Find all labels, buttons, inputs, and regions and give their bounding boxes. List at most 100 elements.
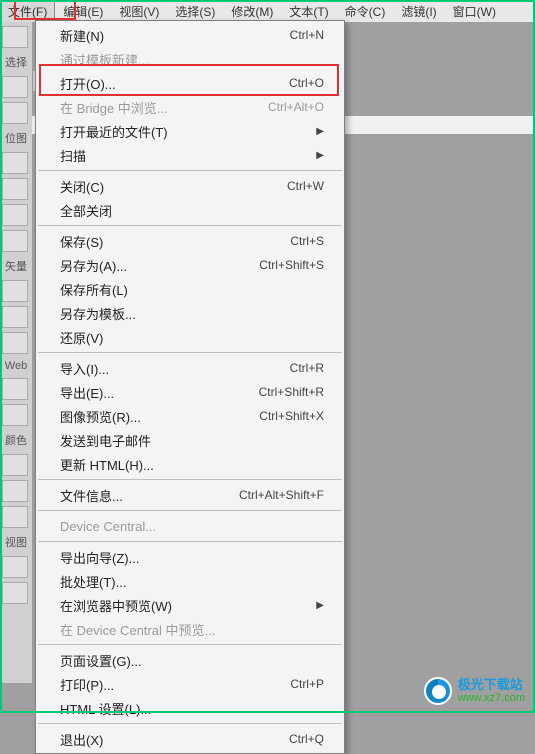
menu-item-shortcut: Ctrl+Q xyxy=(289,732,324,746)
menu-item[interactable]: 打印(P)...Ctrl+P xyxy=(36,672,344,696)
menu-item[interactable]: 打开(O)... Ctrl+O xyxy=(36,71,344,95)
menu-item-shortcut: Ctrl+Shift+X xyxy=(259,409,324,423)
menu-item[interactable]: 扫描▶ xyxy=(36,143,344,167)
tool-button[interactable] xyxy=(2,506,28,528)
watermark-logo-icon xyxy=(424,677,452,705)
menu-item-label: 在 Bridge 中浏览... xyxy=(60,98,168,117)
menu-command[interactable]: 命令(C) xyxy=(337,0,394,23)
section-label: 矢量 xyxy=(2,256,30,276)
menu-item-shortcut: Ctrl+Shift+R xyxy=(259,385,324,399)
menu-item[interactable]: 导出向导(Z)... xyxy=(36,545,344,569)
tool-button[interactable] xyxy=(2,230,28,252)
menu-item-label: 还原(V) xyxy=(60,328,103,347)
menu-item-label: 页面设置(G)... xyxy=(60,651,142,670)
menu-item-label: 导入(I)... xyxy=(60,359,109,378)
file-dropdown-menu: 新建(N) Ctrl+N 通过模板新建... 打开(O)... Ctrl+O 在 Brid… xyxy=(35,20,345,754)
menu-separator xyxy=(38,225,342,226)
menu-item-label: 另存为模板... xyxy=(60,304,136,323)
menu-item-label: 打印(P)... xyxy=(60,675,114,694)
menu-item[interactable]: 打开最近的文件(T) ▶ xyxy=(36,119,344,143)
section-label: 位图 xyxy=(2,128,30,148)
menu-item-label: 扫描 xyxy=(60,146,86,165)
tool-button[interactable] xyxy=(2,454,28,476)
section-label: Web xyxy=(2,358,30,374)
menu-item[interactable]: 导出(E)... Ctrl+Shift+R xyxy=(36,380,344,404)
menu-item-shortcut: Ctrl+Shift+S xyxy=(259,258,324,272)
menu-item-label: 打开最近的文件(T) xyxy=(60,122,168,141)
menu-item-label: 关闭(C) xyxy=(60,177,104,196)
tool-button[interactable] xyxy=(2,404,28,426)
menu-item[interactable]: 导入(I)...Ctrl+R xyxy=(36,356,344,380)
menu-item-label: 新建(N) xyxy=(60,26,104,45)
menu-item[interactable]: 在浏览器中预览(W) ▶ xyxy=(36,593,344,617)
tool-button[interactable] xyxy=(2,582,28,604)
tool-button[interactable] xyxy=(2,102,28,124)
menu-item[interactable]: 保存(S) Ctrl+S xyxy=(36,229,344,253)
menu-item-label: 保存(S) xyxy=(60,232,103,251)
menu-item-label: 批处理(T)... xyxy=(60,572,126,591)
menu-separator xyxy=(38,170,342,171)
menubar: 文件(F) 编辑(E) 视图(V) 选择(S) 修改(M) 文本(T) 命令(C… xyxy=(0,0,535,22)
tool-button[interactable] xyxy=(2,178,28,200)
menu-separator xyxy=(38,352,342,353)
menu-separator xyxy=(38,510,342,511)
menu-item-shortcut: Ctrl+O xyxy=(289,76,324,90)
menu-item-label: 全部关闭 xyxy=(60,201,112,220)
menu-separator xyxy=(38,644,342,645)
menu-item-label: 通过模板新建... xyxy=(60,50,149,69)
menu-item[interactable]: 退出(X) Ctrl+Q xyxy=(36,727,344,751)
menu-item-label: 图像预览(R)... xyxy=(60,407,141,426)
tool-button[interactable] xyxy=(2,204,28,226)
tool-button[interactable] xyxy=(2,152,28,174)
menu-item[interactable]: 文件信息... Ctrl+Alt+Shift+F xyxy=(36,483,344,507)
tool-button[interactable] xyxy=(2,556,28,578)
tool-button[interactable] xyxy=(2,76,28,98)
menu-item-shortcut: Ctrl+Alt+Shift+F xyxy=(239,488,324,502)
tool-button[interactable] xyxy=(2,26,28,48)
tool-button[interactable] xyxy=(2,306,28,328)
menu-item-shortcut: Ctrl+S xyxy=(290,234,324,248)
menu-item: 在 Device Central 中预览... xyxy=(36,617,344,641)
menu-item[interactable]: 图像预览(R)... Ctrl+Shift+X xyxy=(36,404,344,428)
menu-item-label: 文件信息... xyxy=(60,486,123,505)
menu-item: 通过模板新建... xyxy=(36,47,344,71)
watermark: 极光下载站 www.xz7.com xyxy=(424,677,525,705)
submenu-arrow-icon: ▶ xyxy=(316,126,324,137)
menu-item[interactable]: HTML 设置(L)... xyxy=(36,696,344,720)
menu-item-label: 导出(E)... xyxy=(60,383,114,402)
tool-button[interactable] xyxy=(2,378,28,400)
menu-item[interactable]: 更新 HTML(H)... xyxy=(36,452,344,476)
tool-button[interactable] xyxy=(2,332,28,354)
submenu-arrow-icon: ▶ xyxy=(316,600,324,611)
menu-item-label: 在浏览器中预览(W) xyxy=(60,596,172,615)
menu-item[interactable]: 新建(N) Ctrl+N xyxy=(36,23,344,47)
menu-item-label: 另存为(A)... xyxy=(60,256,127,275)
menu-item-shortcut: Ctrl+N xyxy=(290,28,324,42)
menu-item[interactable]: 关闭(C) Ctrl+W xyxy=(36,174,344,198)
menu-item[interactable]: 还原(V) xyxy=(36,325,344,349)
menu-item[interactable]: 全部关闭 xyxy=(36,198,344,222)
left-tool-palette: 选择 位图 矢量 Web 颜色 视图 xyxy=(0,22,32,683)
menu-item[interactable]: 另存为(A)... Ctrl+Shift+S xyxy=(36,253,344,277)
menu-item-shortcut: Ctrl+Alt+O xyxy=(268,100,324,114)
menu-separator xyxy=(38,479,342,480)
watermark-title: 极光下载站 xyxy=(458,678,525,692)
section-label: 选择 xyxy=(2,52,30,72)
menu-item[interactable]: 页面设置(G)... xyxy=(36,648,344,672)
menu-filter[interactable]: 滤镜(I) xyxy=(393,0,444,23)
menu-item-shortcut: Ctrl+W xyxy=(287,179,324,193)
menu-item[interactable]: 发送到电子邮件 xyxy=(36,428,344,452)
menu-item-label: 导出向导(Z)... xyxy=(60,548,139,567)
menu-item-label: Device Central... xyxy=(60,519,156,534)
menu-item-label: 打开(O)... xyxy=(60,74,116,93)
menu-item: 在 Bridge 中浏览... Ctrl+Alt+O xyxy=(36,95,344,119)
menu-item[interactable]: 批处理(T)... xyxy=(36,569,344,593)
menu-window[interactable]: 窗口(W) xyxy=(445,0,504,23)
menu-item-label: 更新 HTML(H)... xyxy=(60,455,154,474)
tool-button[interactable] xyxy=(2,280,28,302)
menu-item-label: 保存所有(L) xyxy=(60,280,128,299)
menu-item-label: 退出(X) xyxy=(60,730,103,749)
menu-item[interactable]: 另存为模板... xyxy=(36,301,344,325)
menu-item[interactable]: 保存所有(L) xyxy=(36,277,344,301)
tool-button[interactable] xyxy=(2,480,28,502)
